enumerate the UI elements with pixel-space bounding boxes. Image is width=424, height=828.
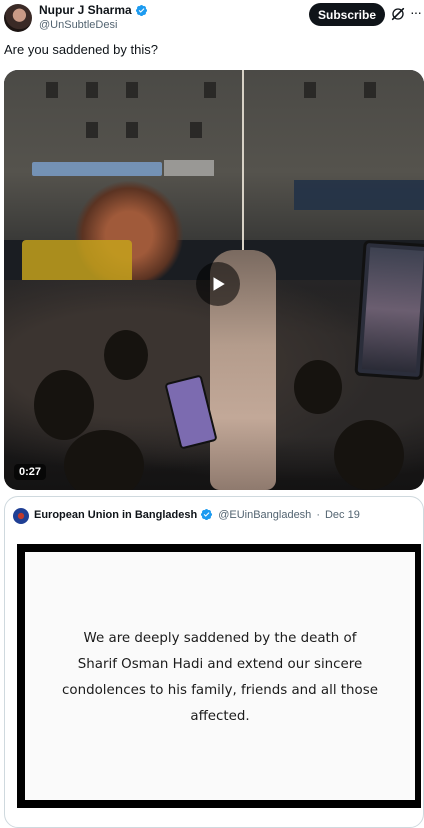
verified-badge-icon bbox=[201, 508, 213, 521]
grok-icon[interactable] bbox=[390, 6, 406, 22]
quoted-author-avatar[interactable] bbox=[13, 508, 29, 524]
video-player[interactable]: 0:27 bbox=[4, 70, 424, 490]
video-frame-detail bbox=[304, 82, 316, 98]
video-frame-detail bbox=[164, 160, 214, 176]
author-avatar[interactable] bbox=[4, 4, 32, 32]
video-frame-detail bbox=[294, 180, 424, 210]
author-handle[interactable]: @UnSubtleDesi bbox=[39, 19, 117, 31]
video-frame-detail bbox=[86, 122, 98, 138]
video-frame-detail bbox=[46, 82, 58, 98]
video-frame-detail bbox=[242, 70, 244, 260]
tweet-text: Are you saddened by this? bbox=[4, 42, 158, 57]
quoted-author-name[interactable]: European Union in Bangladesh bbox=[34, 509, 197, 521]
statement-line: Sharif Osman Hadi and extend our sincere bbox=[77, 657, 363, 672]
author-name-row[interactable]: Nupur J Sharma bbox=[39, 3, 148, 17]
quoted-post[interactable]: European Union in Bangladesh @EUinBangla… bbox=[4, 496, 424, 828]
subscribe-button[interactable]: Subscribe bbox=[309, 3, 385, 26]
more-options-icon[interactable]: ··· bbox=[410, 4, 422, 20]
play-button[interactable] bbox=[196, 262, 240, 306]
video-frame-detail bbox=[126, 82, 138, 98]
quoted-post-header: European Union in Bangladesh @EUinBangla… bbox=[34, 508, 360, 521]
statement-line: condolences to his family, friends and a… bbox=[62, 683, 378, 698]
meta-separator: · bbox=[316, 508, 320, 521]
statement-line: affected. bbox=[190, 709, 250, 724]
video-frame-detail bbox=[364, 82, 376, 98]
play-icon bbox=[213, 277, 225, 291]
video-frame-detail bbox=[204, 82, 216, 98]
statement-text: We are deeply saddened by the death of S… bbox=[25, 626, 415, 730]
video-frame-detail bbox=[334, 420, 404, 490]
video-frame-detail bbox=[34, 370, 94, 440]
statement-line: We are deeply saddened by the death of bbox=[83, 631, 357, 646]
video-frame-detail bbox=[354, 239, 424, 381]
video-duration-badge: 0:27 bbox=[14, 464, 47, 480]
quoted-author-handle[interactable]: @EUinBangladesh bbox=[218, 509, 311, 521]
author-display-name[interactable]: Nupur J Sharma bbox=[39, 3, 132, 17]
quoted-post-image[interactable]: We are deeply saddened by the death of S… bbox=[17, 544, 421, 808]
quoted-post-date[interactable]: Dec 19 bbox=[325, 509, 360, 521]
video-frame-detail bbox=[190, 122, 202, 138]
statement-card: We are deeply saddened by the death of S… bbox=[25, 552, 415, 800]
video-frame-detail bbox=[32, 162, 162, 176]
video-frame-detail bbox=[104, 330, 148, 380]
video-frame-detail bbox=[86, 82, 98, 98]
video-frame-detail bbox=[126, 122, 138, 138]
video-frame-detail bbox=[294, 360, 342, 414]
verified-badge-icon bbox=[135, 4, 147, 16]
